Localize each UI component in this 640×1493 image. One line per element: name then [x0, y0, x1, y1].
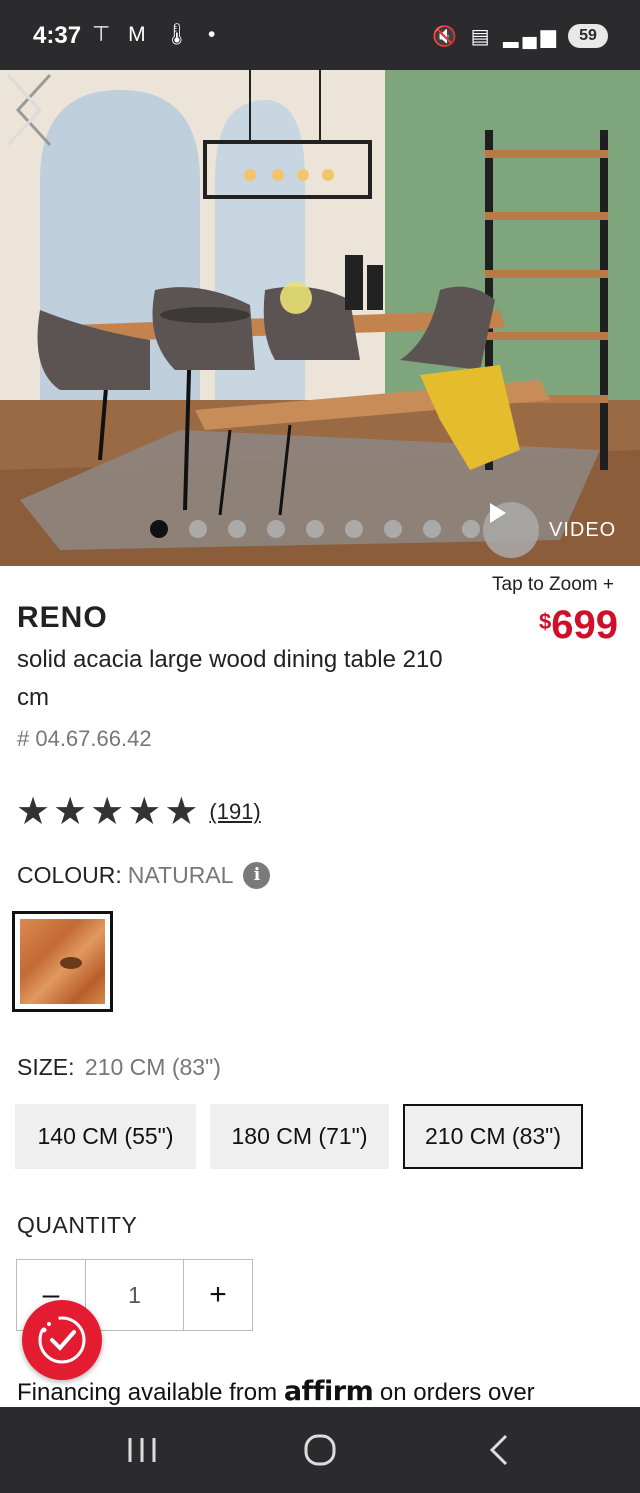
carousel-dot[interactable] [462, 520, 480, 538]
quantity-increase-button[interactable]: + [184, 1260, 252, 1330]
wood-swatch-image [20, 919, 105, 1004]
financing-suffix: on orders over [379, 1379, 535, 1406]
product-photo [0, 70, 640, 566]
product-rating[interactable]: ★★★★★ (191) [16, 793, 261, 831]
currency-symbol: $ [539, 609, 552, 634]
product-sku: # 04.67.66.42 [17, 726, 152, 751]
size-option-140[interactable]: 140 CM (55") [15, 1104, 196, 1169]
battery-icon: 59 [568, 24, 608, 48]
notification-icons: ⊤ M 🌡 • [92, 23, 222, 46]
recent-apps-icon[interactable] [122, 1432, 162, 1468]
play-icon [483, 502, 539, 558]
status-time: 4:37 [33, 22, 82, 49]
carousel-dot[interactable] [228, 520, 246, 538]
carousel-dot[interactable] [345, 520, 363, 538]
carousel-dot[interactable] [384, 520, 402, 538]
star-icon: ★ [164, 791, 199, 833]
product-description: solid acacia large wood dining table 210… [17, 646, 443, 711]
size-option-210[interactable]: 210 CM (83") [403, 1104, 583, 1169]
product-price: $699 [539, 603, 618, 648]
star-icon: ★ [127, 791, 162, 833]
size-value: 210 CM (83") [84, 1054, 221, 1080]
rating-stars: ★★★★★ [16, 793, 201, 831]
carousel-dot[interactable] [189, 520, 207, 538]
carousel-dots [150, 520, 480, 538]
carousel-dot[interactable] [267, 520, 285, 538]
video-button[interactable]: VIDEO [483, 500, 616, 560]
home-icon[interactable] [300, 1432, 340, 1468]
info-icon[interactable]: i [243, 862, 271, 889]
carousel-dot[interactable] [306, 520, 324, 538]
financing-prefix: Financing available from [17, 1379, 278, 1406]
next-image-icon[interactable] [0, 70, 48, 150]
star-icon: ★ [16, 791, 51, 833]
colour-label: COLOUR: [17, 862, 122, 888]
carousel-dot[interactable] [423, 520, 441, 538]
status-bar: 4:37 ⊤ M 🌡 • 🔇 ▤ ▂▄▆ 59 [0, 0, 640, 70]
review-count-link[interactable]: (191) [209, 799, 260, 825]
video-label: VIDEO [549, 518, 617, 541]
floating-badge-button[interactable] [22, 1300, 102, 1380]
colour-value: NATURAL [127, 862, 234, 888]
checkmark-badge-icon [38, 1316, 86, 1364]
price-value: 699 [551, 603, 618, 647]
financing-notice: Financing available from affirm on order… [17, 1376, 535, 1407]
carousel-dot[interactable] [150, 520, 168, 538]
size-label: SIZE: [17, 1054, 75, 1080]
back-icon[interactable] [480, 1432, 520, 1468]
colour-swatch-natural[interactable] [12, 911, 113, 1012]
product-brand: RENO [17, 601, 108, 634]
product-image-carousel[interactable]: VIDEO [0, 70, 640, 566]
affirm-logo[interactable]: affirm [284, 1376, 374, 1407]
star-icon: ★ [53, 791, 88, 833]
star-icon: ★ [90, 791, 125, 833]
colour-row: COLOUR: NATURAL i [17, 862, 271, 889]
size-option-180[interactable]: 180 CM (71") [210, 1104, 389, 1169]
size-row: SIZE: 210 CM (83") [17, 1054, 221, 1081]
system-status-icons: 🔇 ▤ ▂▄▆ [432, 26, 560, 48]
system-nav-bar [0, 1407, 640, 1493]
tap-to-zoom[interactable]: Tap to Zoom + [492, 574, 614, 596]
quantity-label: QUANTITY [17, 1212, 138, 1238]
